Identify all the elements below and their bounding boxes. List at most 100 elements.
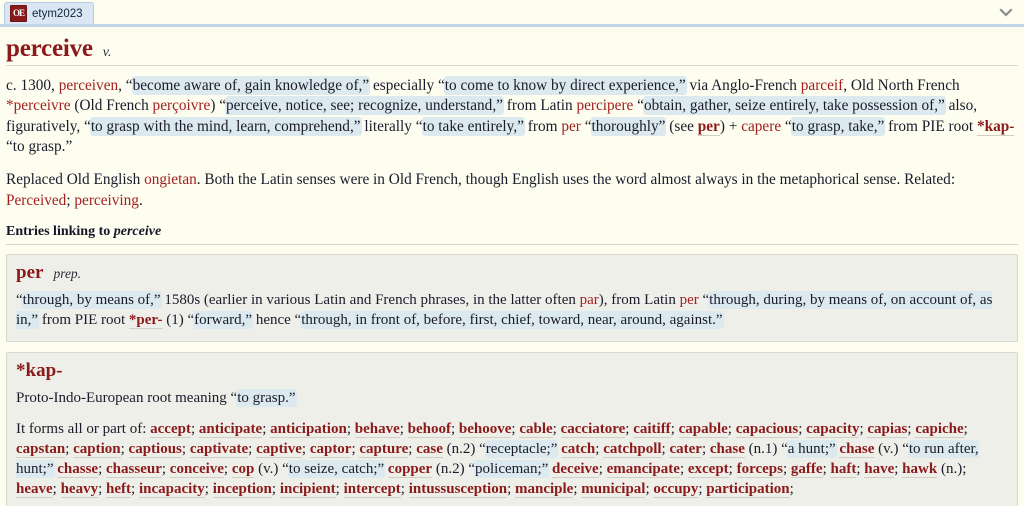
entry-link-bold[interactable]: heave <box>16 480 53 498</box>
entry-link-bold[interactable]: emancipate <box>606 460 680 478</box>
entry-link[interactable]: per <box>561 118 581 135</box>
text-run: (n.2) “ <box>442 440 486 457</box>
entry-link[interactable]: capere <box>741 118 781 135</box>
highlighted-gloss: through, in front of, before, first, chi… <box>301 312 723 328</box>
browser-tab-strip: OE etym2023 <box>0 0 1024 27</box>
entry-link[interactable]: perceiving <box>74 192 139 209</box>
entry-link[interactable]: ongietan <box>144 171 197 188</box>
text-run: ; <box>262 420 271 437</box>
derived-words-items[interactable]: accept; anticipate; anticipation; behave… <box>16 420 979 498</box>
entry-link-bold[interactable]: intussusception <box>408 480 508 498</box>
entry-link-bold[interactable]: intercept <box>343 480 401 498</box>
entry-link-bold[interactable]: capstan <box>16 440 66 458</box>
browser-tab-etym2023[interactable]: OE etym2023 <box>4 2 94 24</box>
text-run: from <box>523 117 562 135</box>
entry-link-bold[interactable]: cater <box>669 440 702 458</box>
entry-link[interactable]: percipere <box>576 97 633 114</box>
entry-link-bold[interactable]: captive <box>256 440 302 458</box>
entry-link-bold[interactable]: occupy <box>653 480 699 498</box>
entry-link-bold[interactable]: per <box>697 117 720 136</box>
entry-link-bold[interactable]: captivate <box>189 440 249 458</box>
entry-link-bold[interactable]: cop <box>231 460 255 478</box>
entry-link-bold[interactable]: municipal <box>581 480 646 498</box>
entry-link-bold[interactable]: *per- <box>128 312 163 329</box>
text-run: Proto-Indo-European root meaning “ <box>16 389 238 406</box>
card-headword[interactable]: per <box>16 262 43 284</box>
entry-link[interactable]: parceif <box>801 77 843 94</box>
text-run: ; <box>65 440 74 457</box>
entry-link-bold[interactable]: anticipate <box>198 420 263 438</box>
entry-link-bold[interactable]: capture <box>359 440 409 458</box>
entry-link[interactable]: par <box>580 292 599 308</box>
text-run: ; <box>552 420 561 437</box>
card-part-of-speech: prep. <box>53 266 82 282</box>
text-run: ; <box>400 480 409 497</box>
entry-link-bold[interactable]: incapacity <box>138 480 205 498</box>
entry-link-bold[interactable]: cable <box>519 420 553 438</box>
entry-link-bold[interactable]: participation <box>706 480 790 498</box>
entry-link-bold[interactable]: manciple <box>515 480 574 498</box>
entry-link-bold[interactable]: forceps <box>736 460 783 478</box>
entry-link-bold[interactable]: captor <box>309 440 352 458</box>
entry-link-bold[interactable]: conceive <box>169 460 224 478</box>
entry-link[interactable]: perçoivre <box>153 97 211 114</box>
entry-link-bold[interactable]: chase <box>709 440 745 458</box>
card-body-text: Proto-Indo-European root meaning “to gra… <box>16 389 1008 409</box>
text-run: “to grasp.” <box>6 138 73 156</box>
text-run: ; <box>451 420 459 437</box>
entry-link-bold[interactable]: behave <box>354 420 400 438</box>
highlighted-gloss: a hunt;” <box>787 440 836 457</box>
text-run: ; <box>595 440 604 457</box>
entry-link-bold[interactable]: catch <box>561 440 596 458</box>
entry-link[interactable]: Perceived <box>6 192 66 209</box>
entry-link-bold[interactable]: gaffe <box>790 460 823 478</box>
entry-link-bold[interactable]: chasse <box>57 460 99 478</box>
entry-link[interactable]: perceiven <box>59 77 118 94</box>
linked-entry-card-kap[interactable]: *kap- Proto-Indo-European root meaning “… <box>6 351 1018 506</box>
entry-link-bold[interactable]: behoof <box>407 420 451 438</box>
entry-link-bold[interactable]: capable <box>678 420 728 438</box>
entry-link-bold[interactable]: accept <box>150 420 191 438</box>
entry-link-bold[interactable]: caption <box>73 440 121 458</box>
entry-link-bold[interactable]: case <box>416 440 443 458</box>
entry-link-bold[interactable]: behoove <box>458 420 512 438</box>
entry-link-bold[interactable]: cacciatore <box>560 420 626 438</box>
entry-link-bold[interactable]: incipient <box>279 480 336 498</box>
entry-link-bold[interactable]: chase <box>839 440 875 458</box>
entry-link-bold[interactable]: heft <box>106 480 132 498</box>
etymology-paragraph-1: c. 1300, perceiven, “become aware of, ga… <box>6 76 1018 157</box>
text-run: ; <box>399 420 408 437</box>
entry-link-bold[interactable]: caitiff <box>633 420 671 438</box>
entry-link-bold[interactable]: heavy <box>60 480 99 498</box>
entry-link-bold[interactable]: deceive <box>552 460 599 478</box>
chevron-down-icon[interactable] <box>998 4 1014 20</box>
entry-link[interactable]: per <box>680 292 699 308</box>
entry-link-bold[interactable]: capacious <box>735 420 799 438</box>
text-run: . <box>138 191 143 209</box>
entry-link-bold[interactable]: capias <box>867 420 908 438</box>
text-run: ; <box>181 440 190 457</box>
entry-link-bold[interactable]: hawk <box>902 460 938 478</box>
entry-link-bold[interactable]: catchpoll <box>603 440 662 458</box>
entry-link-bold[interactable]: except <box>687 460 729 478</box>
linked-entry-card-per[interactable]: per prep. “through, by means of,” 1580s … <box>6 254 1018 342</box>
entry-link-bold[interactable]: capacity <box>806 420 860 438</box>
entry-header: perceive v. <box>6 35 1018 66</box>
entry-link-bold[interactable]: captious <box>128 440 182 458</box>
text-run: (n.2) “ <box>432 460 475 477</box>
card-headword[interactable]: *kap- <box>16 360 62 382</box>
entry-link-bold[interactable]: inception <box>212 480 272 498</box>
entry-link-bold[interactable]: copper <box>387 460 433 478</box>
entry-link-bold[interactable]: have <box>864 460 895 478</box>
entry-link[interactable]: *perceivre <box>6 97 71 114</box>
highlighted-gloss: to grasp.” <box>237 389 296 406</box>
entry-link-bold[interactable]: anticipation <box>270 420 347 438</box>
entry-link-bold[interactable]: chasseur <box>106 460 162 478</box>
entry-link-bold[interactable]: *kap- <box>976 117 1015 136</box>
entry-link-bold[interactable]: capiche <box>915 420 964 438</box>
text-run: hence “ <box>252 312 302 328</box>
highlighted-gloss: policeman;” <box>474 460 549 477</box>
highlighted-gloss: to grasp with the mind, learn, comprehen… <box>90 117 361 135</box>
entry-link-bold[interactable]: haft <box>830 460 857 478</box>
text-run: ; <box>625 420 634 437</box>
